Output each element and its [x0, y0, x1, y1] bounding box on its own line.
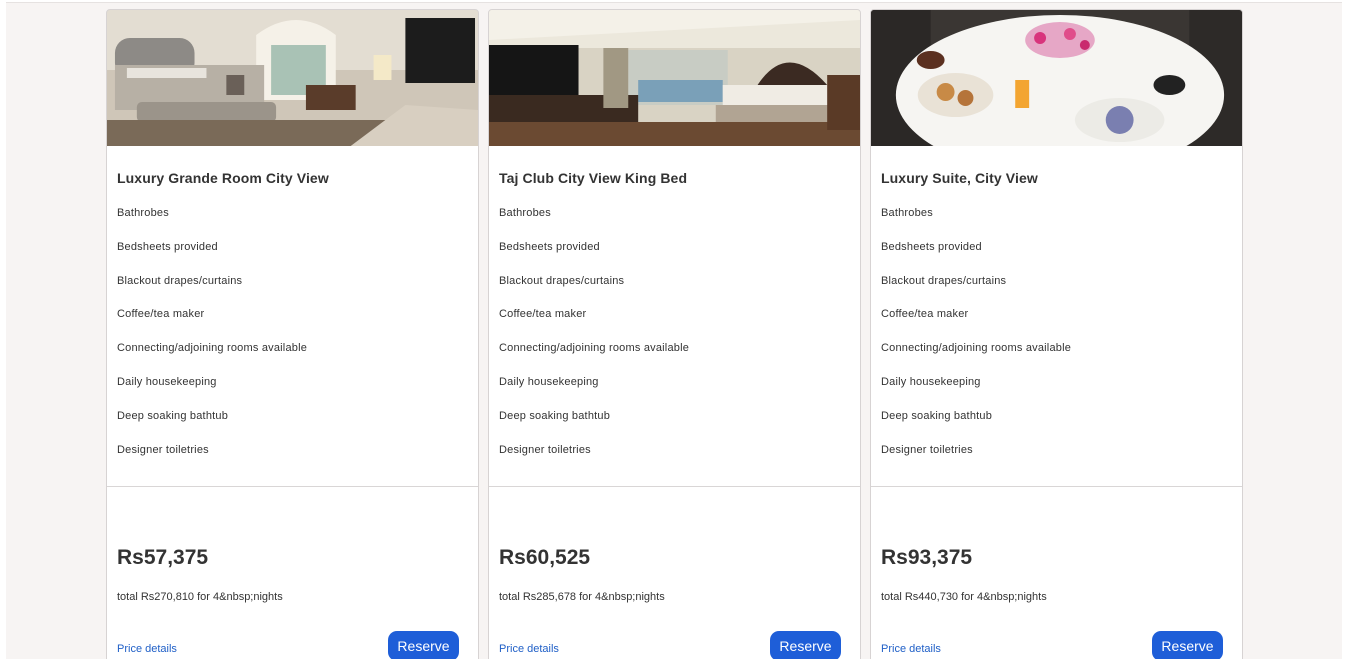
total-price: total Rs440,730 for 4&nbsp;nights — [881, 591, 1047, 603]
total-price: total Rs270,810 for 4&nbsp;nights — [117, 591, 283, 603]
price-details-link[interactable]: Price details — [499, 643, 559, 655]
amenity-item: Designer toiletries — [881, 443, 973, 456]
total-price: total Rs285,678 for 4&nbsp;nights — [499, 591, 665, 603]
room-photo[interactable] — [107, 10, 478, 146]
room-title: Luxury Suite, City View — [881, 170, 1038, 186]
amenity-item: Deep soaking bathtub — [499, 409, 611, 422]
amenities-list: Bathrobes Bedsheets provided Blackout dr… — [117, 206, 307, 476]
amenity-item: Blackout drapes/curtains — [117, 274, 243, 287]
price-details-link[interactable]: Price details — [881, 643, 941, 655]
room-title: Luxury Grande Room City View — [117, 170, 329, 186]
divider — [871, 486, 1242, 487]
price-details-link[interactable]: Price details — [117, 643, 177, 655]
nightly-price: Rs60,525 — [499, 546, 591, 569]
amenity-item: Connecting/adjoining rooms available — [499, 342, 690, 355]
amenity-item: Designer toiletries — [499, 443, 591, 456]
amenity-item: Daily housekeeping — [117, 375, 217, 388]
amenities-list: Bathrobes Bedsheets provided Blackout dr… — [881, 206, 1071, 476]
amenity-item: Daily housekeeping — [499, 375, 599, 388]
divider — [489, 486, 860, 487]
amenity-item: Deep soaking bathtub — [881, 409, 993, 422]
room-card: Luxury Suite, City View Bathrobes Bedshe… — [870, 9, 1243, 659]
room-photo[interactable] — [489, 10, 860, 146]
room-card: Taj Club City View King Bed Bathrobes Be… — [488, 9, 861, 659]
amenity-item: Bedsheets provided — [881, 240, 982, 253]
nightly-price: Rs57,375 — [117, 546, 209, 569]
amenity-item: Bathrobes — [881, 207, 933, 219]
nightly-price: Rs93,375 — [881, 546, 973, 569]
amenity-item: Connecting/adjoining rooms available — [117, 342, 308, 355]
amenity-item: Bedsheets provided — [499, 240, 600, 253]
room-title: Taj Club City View King Bed — [499, 170, 688, 186]
room-photo[interactable] — [871, 10, 1242, 146]
amenity-item: Bathrobes — [499, 207, 551, 219]
amenity-item: Coffee/tea maker — [117, 308, 205, 321]
amenities-list: Bathrobes Bedsheets provided Blackout dr… — [499, 206, 689, 476]
reserve-button[interactable]: Reserve — [1152, 631, 1223, 659]
room-card: Luxury Grande Room City View Bathrobes B… — [106, 9, 479, 659]
amenity-item: Daily housekeeping — [881, 375, 981, 388]
amenity-item: Coffee/tea maker — [499, 308, 587, 321]
reserve-button[interactable]: Reserve — [388, 631, 459, 659]
amenity-item: Coffee/tea maker — [881, 308, 969, 321]
amenity-item: Bathrobes — [117, 207, 169, 219]
amenity-item: Connecting/adjoining rooms available — [881, 342, 1072, 355]
amenity-item: Deep soaking bathtub — [117, 409, 229, 422]
divider — [107, 486, 478, 487]
amenity-item: Bedsheets provided — [117, 240, 218, 253]
reserve-button[interactable]: Reserve — [770, 631, 841, 659]
amenity-item: Blackout drapes/curtains — [499, 274, 625, 287]
amenity-item: Blackout drapes/curtains — [881, 274, 1007, 287]
amenity-item: Designer toiletries — [117, 443, 209, 456]
